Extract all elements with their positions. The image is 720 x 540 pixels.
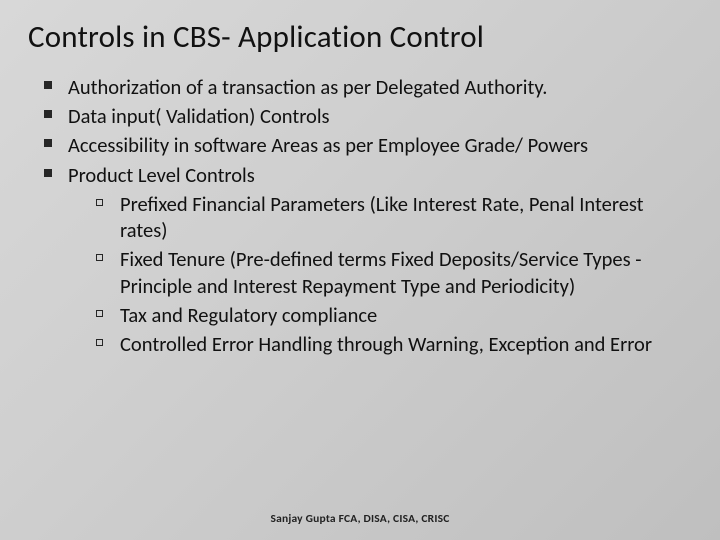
sub-list-item: Prefixed Financial Parameters (Like Inte… <box>96 191 692 243</box>
list-item-text: Authorization of a transaction as per De… <box>68 74 547 100</box>
list-item: Accessibility in software Areas as per E… <box>44 132 692 158</box>
slide-title: Controls in CBS- Application Control <box>28 18 692 56</box>
list-item: Authorization of a transaction as per De… <box>44 74 692 100</box>
sub-list-item-text: Tax and Regulatory compliance <box>120 302 377 328</box>
sub-list-item: Controlled Error Handling through Warnin… <box>96 331 692 357</box>
list-item: Product Level Controls Prefixed Financia… <box>44 162 692 358</box>
sub-list-item: Fixed Tenure (Pre-defined terms Fixed De… <box>96 246 692 298</box>
list-item: Data input( Validation) Controls <box>44 103 692 129</box>
slide: Controls in CBS- Application Control Aut… <box>0 0 720 540</box>
sub-list-item-text: Prefixed Financial Parameters (Like Inte… <box>120 191 644 243</box>
sub-bullet-list: Prefixed Financial Parameters (Like Inte… <box>68 191 692 357</box>
bullet-list: Authorization of a transaction as per De… <box>28 74 692 357</box>
list-item-text: Product Level Controls <box>68 162 255 188</box>
list-item-text: Data input( Validation) Controls <box>68 103 330 129</box>
sub-list-item-text: Fixed Tenure (Pre-defined terms Fixed De… <box>120 246 642 298</box>
sub-list-item-text: Controlled Error Handling through Warnin… <box>120 331 652 357</box>
list-item-text: Accessibility in software Areas as per E… <box>68 132 588 158</box>
footer-credit: Sanjay Gupta FCA, DISA, CISA, CRISC <box>0 512 720 526</box>
sub-list-item: Tax and Regulatory compliance <box>96 302 692 328</box>
